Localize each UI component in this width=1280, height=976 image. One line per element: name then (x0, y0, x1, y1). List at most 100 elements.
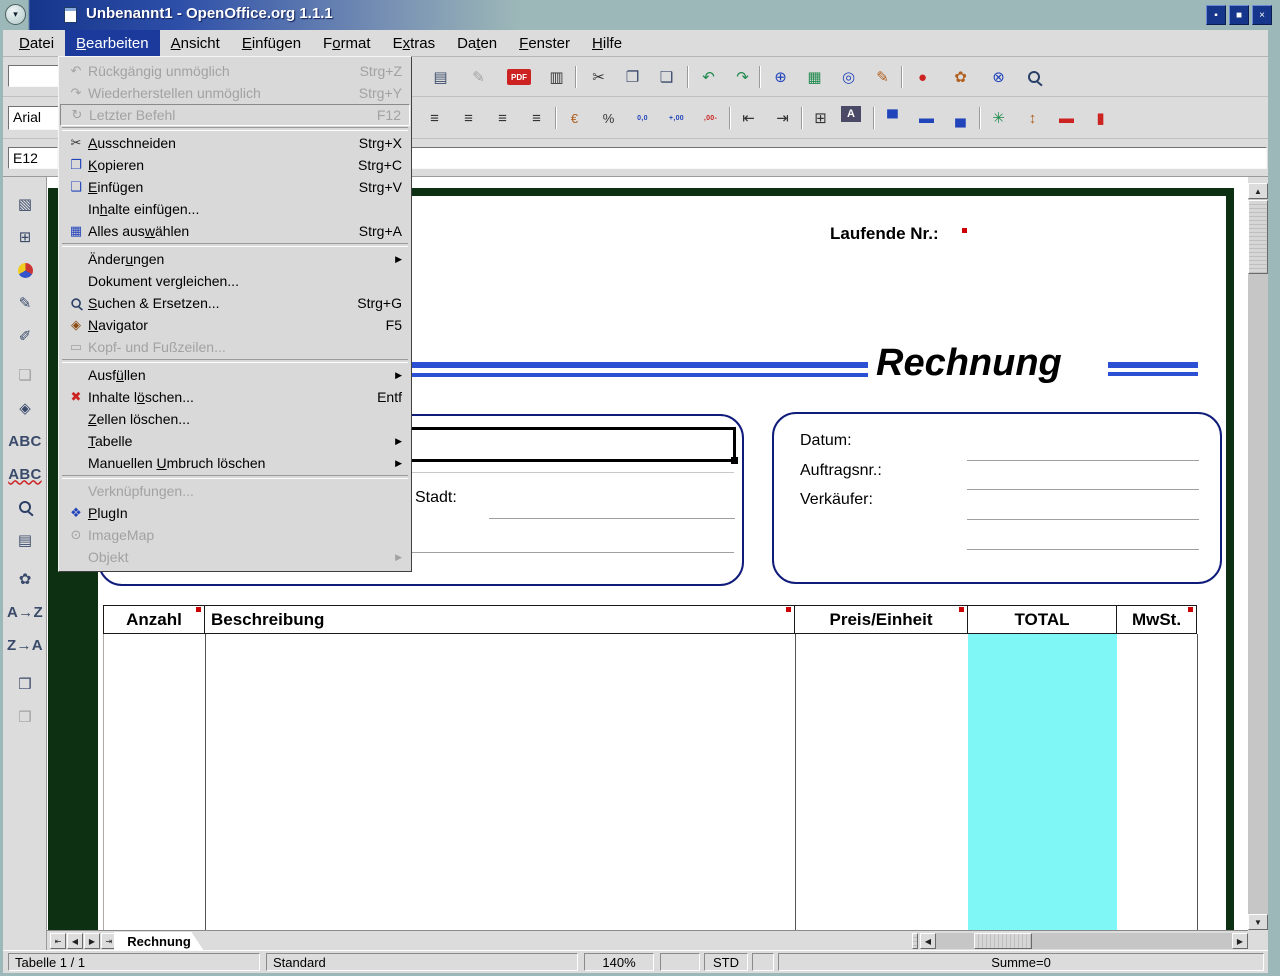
autoformat-icon[interactable]: ❏ (10, 361, 40, 389)
export-pdf-icon[interactable]: PDF (507, 69, 531, 85)
standard-format-icon[interactable]: 0,0 (629, 106, 656, 130)
align-center-icon[interactable]: ≡ (455, 106, 482, 130)
sheet-tab-rechnung[interactable]: Rechnung (114, 932, 204, 951)
navigator-icon[interactable]: ◈ (10, 394, 40, 422)
ungroup-icon[interactable]: ❒ (10, 703, 40, 731)
menu-bearbeiten[interactable]: Bearbeiten (65, 30, 160, 56)
align-left-icon[interactable]: ≡ (421, 106, 448, 130)
scroll-down-button[interactable]: ▼ (1248, 914, 1268, 930)
sort-icon[interactable]: ↕ (1019, 106, 1046, 130)
document-icon[interactable]: ▤ (427, 65, 454, 89)
status-selection-mode[interactable]: STD (704, 953, 748, 971)
previous-sheet-button[interactable]: ◀ (67, 933, 83, 949)
scroll-up-button[interactable]: ▲ (1248, 183, 1268, 199)
cell-reference-box[interactable]: E12 (8, 147, 58, 169)
menu-item-suchen-ersetzen[interactable]: Suchen & Ersetzen... Strg+G (60, 292, 410, 314)
menu-item-ausschneiden[interactable]: ✂ Ausschneiden Strg+X (60, 132, 410, 154)
hyperlink-icon[interactable]: ⊕ (767, 65, 794, 89)
gallery-icon[interactable]: ✿ (947, 65, 974, 89)
status-insert-mode[interactable] (660, 953, 700, 971)
menu-item-navigator[interactable]: ◈ Navigator F5 (60, 314, 410, 336)
print-icon[interactable]: ▥ (543, 65, 570, 89)
background-color-icon[interactable]: A (841, 106, 861, 122)
zoom-icon[interactable] (1021, 65, 1048, 89)
stylist-icon[interactable]: ▤ (10, 526, 40, 554)
horizontal-scroll-thumb[interactable] (974, 933, 1032, 949)
menu-item-aenderungen[interactable]: Änderungen ▶ (60, 248, 410, 270)
align-right-icon[interactable]: ≡ (489, 106, 516, 130)
selection-handle[interactable] (731, 457, 738, 464)
redo-icon[interactable]: ↷ (729, 65, 756, 89)
menu-item-inhalte-einfuegen[interactable]: Inhalte einfügen... (60, 198, 410, 220)
autospellcheck-icon[interactable]: ABC (10, 460, 40, 488)
form-functions-icon[interactable]: ✐ (10, 322, 40, 350)
menu-item-tabelle[interactable]: Tabelle ▶ (60, 430, 410, 452)
find-replace-icon[interactable] (10, 493, 40, 521)
align-bottom-icon[interactable]: ▄ (947, 106, 974, 130)
menu-item-inhalte-loeschen[interactable]: ✖ Inhalte löschen... Entf (60, 386, 410, 408)
vertical-scrollbar[interactable]: ▲ ▼ (1248, 183, 1268, 930)
menu-item-alles-auswaehlen[interactable]: ▦ Alles auswählen Strg+A (60, 220, 410, 242)
draw-functions-icon[interactable]: ✎ (10, 289, 40, 317)
stop-icon[interactable]: ● (909, 65, 936, 89)
minimize-button[interactable]: ▪ (1206, 5, 1226, 25)
sort-ascending-icon[interactable]: A→Z (10, 598, 40, 626)
menu-datei[interactable]: Datei (8, 30, 65, 56)
data-sources-icon[interactable]: ▦ (801, 65, 828, 89)
currency-format-icon[interactable]: € (561, 106, 588, 130)
gallery-icon[interactable]: ✿ (10, 565, 40, 593)
draw-functions-icon[interactable]: ✎ (869, 65, 896, 89)
menu-item-manueller-umbruch[interactable]: Manuellen Umbruch löschen ▶ (60, 452, 410, 474)
insert-icon[interactable]: ▧ (10, 190, 40, 218)
menu-item-plugin[interactable]: ❖ PlugIn (60, 502, 410, 524)
borders-icon[interactable]: ⊞ (807, 106, 834, 130)
first-sheet-button[interactable]: ⇤ (50, 933, 66, 949)
menu-format[interactable]: Format (312, 30, 382, 56)
cancel-icon[interactable]: ⊗ (985, 65, 1012, 89)
insert-object-icon[interactable] (10, 256, 40, 284)
menu-ansicht[interactable]: Ansicht (160, 30, 231, 56)
titlebar[interactable]: ▾ Unbenannt1 - OpenOffice.org 1.1.1 ▪ ■ … (0, 0, 1280, 30)
sort-descending-icon[interactable]: Z→A (10, 631, 40, 659)
menu-item-zellen-loeschen[interactable]: Zellen löschen... (60, 408, 410, 430)
maximize-button[interactable]: ■ (1229, 5, 1249, 25)
percent-format-icon[interactable]: % (595, 106, 622, 130)
align-top-icon[interactable]: ▀ (879, 106, 906, 130)
paste-icon[interactable]: ❏ (653, 65, 680, 89)
undo-icon[interactable]: ↶ (695, 65, 722, 89)
next-sheet-button[interactable]: ▶ (84, 933, 100, 949)
menu-item-kopieren[interactable]: ❐ Kopieren Strg+C (60, 154, 410, 176)
vertical-scroll-thumb[interactable] (1248, 200, 1268, 274)
menu-einfuegen[interactable]: Einfügen (231, 30, 312, 56)
status-zoom[interactable]: 140% (584, 953, 654, 971)
delete-decimal-icon[interactable]: ,00- (697, 106, 724, 130)
align-center-vertical-icon[interactable]: ▬ (913, 106, 940, 130)
justify-icon[interactable]: ≡ (523, 106, 550, 130)
insert-cells-icon[interactable]: ⊞ (10, 223, 40, 251)
split-handle[interactable] (912, 933, 918, 949)
edit-file-icon[interactable]: ✎ (465, 65, 492, 89)
menu-item-ausfuellen[interactable]: Ausfüllen ▶ (60, 364, 410, 386)
increase-indent-icon[interactable]: ⇥ (769, 106, 796, 130)
menu-extras[interactable]: Extras (382, 30, 447, 56)
delete-rows-icon[interactable]: ▮ (1087, 106, 1114, 130)
add-decimal-icon[interactable]: +,00 (663, 106, 690, 130)
scroll-left-button[interactable]: ◀ (920, 933, 936, 949)
menu-fenster[interactable]: Fenster (508, 30, 581, 56)
delete-cells-icon[interactable]: ▬ (1053, 106, 1080, 130)
html-source-icon[interactable]: ◎ (835, 65, 862, 89)
close-button[interactable]: × (1252, 5, 1272, 25)
insert-cells-icon[interactable]: ✳ (985, 106, 1012, 130)
copy-icon[interactable]: ❐ (619, 65, 646, 89)
decrease-indent-icon[interactable]: ⇤ (735, 106, 762, 130)
menu-daten[interactable]: Daten (446, 30, 508, 56)
menu-item-dokument-vergleichen[interactable]: Dokument vergleichen... (60, 270, 410, 292)
menu-item-imagemap: ⊙ ImageMap (60, 524, 410, 546)
group-icon[interactable]: ❒ (10, 670, 40, 698)
scroll-right-button[interactable]: ▶ (1232, 933, 1248, 949)
window-menu-button[interactable]: ▾ (5, 4, 26, 25)
menu-hilfe[interactable]: Hilfe (581, 30, 633, 56)
menu-item-einfuegen[interactable]: ❏ Einfügen Strg+V (60, 176, 410, 198)
cut-icon[interactable]: ✂ (585, 65, 612, 89)
spellcheck-icon[interactable]: ABC (10, 427, 40, 455)
